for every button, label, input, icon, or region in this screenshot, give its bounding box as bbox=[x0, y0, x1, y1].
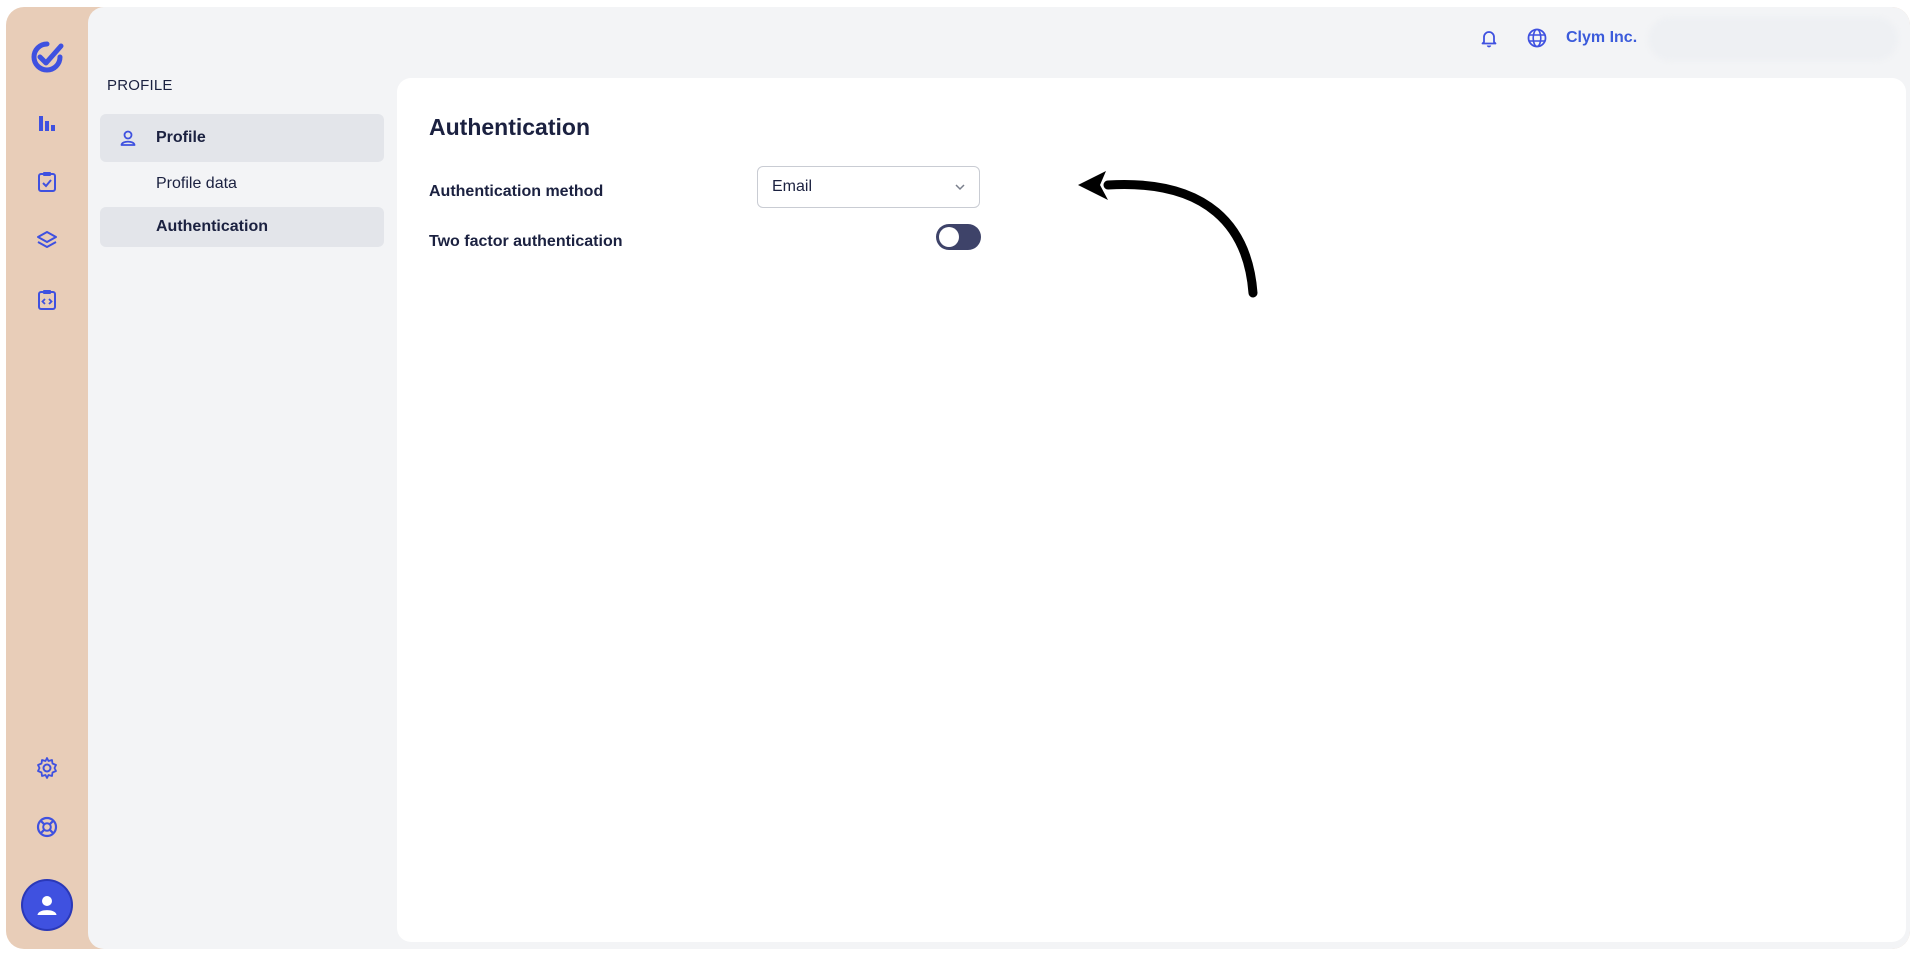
sidenav-item-profile[interactable]: Profile bbox=[100, 114, 384, 162]
profile-sidenav: PROFILE Profile Profile data Authenticat… bbox=[100, 77, 384, 247]
person-icon bbox=[120, 130, 136, 146]
bell-icon[interactable] bbox=[1477, 26, 1501, 50]
chevron-down-icon bbox=[953, 180, 967, 194]
top-bar: Clym Inc. bbox=[88, 7, 1910, 73]
sidenav-item-profile-data[interactable]: Profile data bbox=[100, 164, 384, 204]
organization-name[interactable]: Clym Inc. bbox=[1566, 29, 1637, 47]
clipboard-check-icon[interactable] bbox=[27, 162, 67, 202]
toggle-knob bbox=[939, 227, 959, 247]
lifebuoy-icon[interactable] bbox=[27, 807, 67, 847]
two-factor-toggle[interactable] bbox=[936, 224, 981, 250]
app-frame: Clym Inc. PROFILE Profile Profile data A… bbox=[6, 7, 1910, 949]
two-factor-label: Two factor authentication bbox=[429, 233, 623, 250]
icon-rail bbox=[6, 7, 88, 949]
code-clipboard-icon[interactable] bbox=[27, 280, 67, 320]
chart-bar-icon[interactable] bbox=[27, 103, 67, 143]
layers-icon[interactable] bbox=[27, 221, 67, 261]
globe-icon[interactable] bbox=[1525, 26, 1549, 50]
annotation-arrow-icon bbox=[1078, 171, 1258, 298]
page-title: Authentication bbox=[429, 114, 590, 140]
auth-method-label: Authentication method bbox=[429, 183, 604, 200]
logo-icon[interactable] bbox=[27, 37, 67, 77]
auth-method-value: Email bbox=[772, 178, 813, 195]
app-main: Clym Inc. PROFILE Profile Profile data A… bbox=[88, 7, 1910, 949]
sidenav-item-label: Profile bbox=[156, 129, 206, 146]
account-menu[interactable] bbox=[1648, 17, 1898, 61]
sidenav-item-authentication[interactable]: Authentication bbox=[100, 207, 384, 247]
auth-method-select[interactable]: Email bbox=[757, 166, 980, 208]
user-avatar-icon[interactable] bbox=[23, 881, 71, 929]
gear-icon[interactable] bbox=[27, 748, 67, 788]
sidenav-section-title: PROFILE bbox=[107, 77, 173, 94]
